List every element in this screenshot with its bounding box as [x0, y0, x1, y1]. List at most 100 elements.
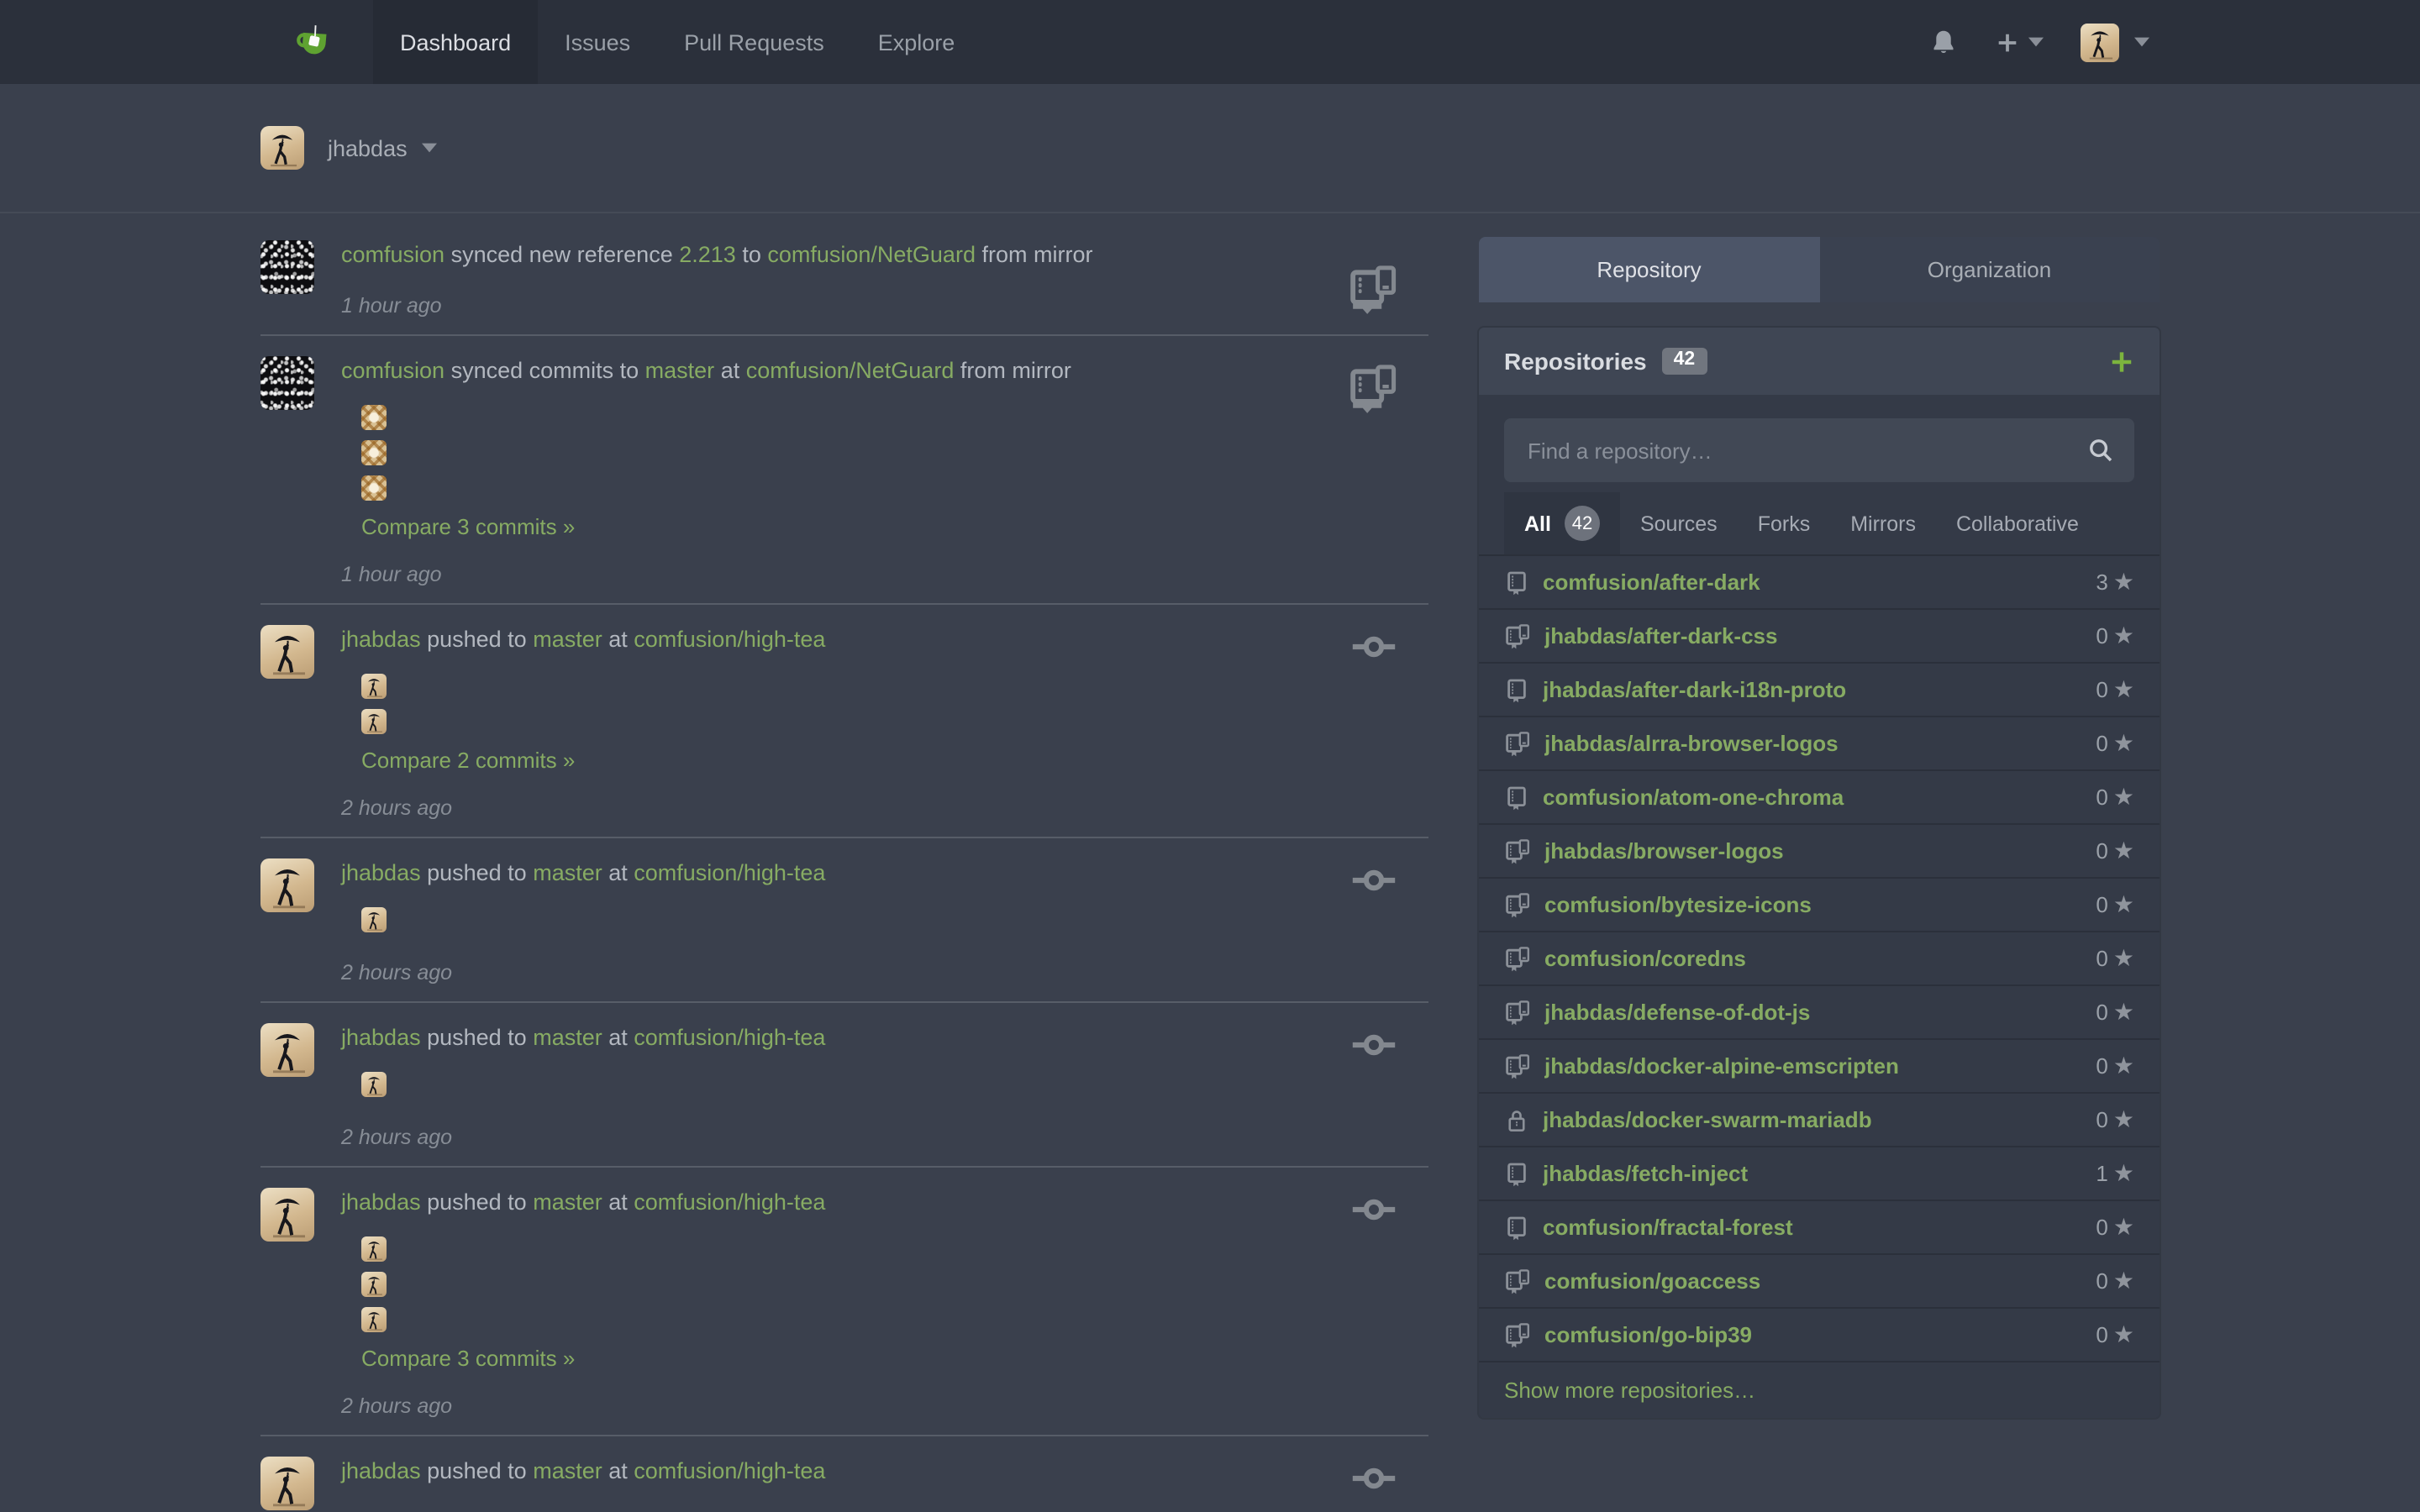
repo-link[interactable]: comfusion/go-bip39: [1544, 1322, 2096, 1347]
repo-clone-icon: [1504, 622, 1531, 649]
gitea-logo[interactable]: [291, 0, 333, 84]
feed-link[interactable]: master: [533, 860, 602, 885]
compare-commits-link[interactable]: Compare 3 commits »: [361, 514, 575, 539]
nav-item[interactable]: Issues: [538, 0, 657, 84]
commit-author-avatar: [361, 709, 387, 734]
feed-link[interactable]: master: [533, 1458, 602, 1483]
notifications-button[interactable]: [1919, 28, 1968, 56]
panel-tab[interactable]: Organization: [1819, 237, 2160, 302]
feed-link[interactable]: master: [533, 627, 602, 652]
feed-link[interactable]: comfusion/high-tea: [634, 1189, 825, 1215]
repo-star-count: 0★: [2096, 998, 2134, 1026]
compare-commits-link[interactable]: Compare 2 commits »: [361, 748, 575, 773]
feed-link[interactable]: comfusion/high-tea: [634, 860, 825, 885]
feed-link[interactable]: comfusion/high-tea: [634, 1025, 825, 1050]
umbrella-person-figure: [260, 1188, 314, 1242]
repo-link[interactable]: jhabdas/browser-logos: [1544, 838, 2096, 864]
repo-filter[interactable]: All 42: [1504, 492, 1620, 554]
feed-link[interactable]: jhabdas: [341, 860, 421, 885]
panel-tab[interactable]: Repository: [1479, 237, 1819, 302]
repo-search-input[interactable]: [1524, 436, 2087, 465]
repo-star-count: 0★: [2096, 1213, 2134, 1242]
commit-list: [361, 669, 1328, 739]
repo-filter[interactable]: Forks: [1738, 492, 1831, 554]
actor-avatar[interactable]: [260, 625, 314, 679]
feed-item: jhabdas pushed to master at comfusion/hi…: [260, 1168, 1428, 1436]
repo-link[interactable]: jhabdas/defense-of-dot-js: [1544, 1000, 2096, 1025]
repo-filter[interactable]: Sources: [1620, 492, 1738, 554]
star-icon: ★: [2113, 1320, 2134, 1349]
repo-link[interactable]: jhabdas/docker-alpine-emscripten: [1544, 1053, 2096, 1079]
feed-link[interactable]: master: [533, 1025, 602, 1050]
feed-link[interactable]: comfusion/high-tea: [634, 627, 825, 652]
actor-avatar[interactable]: [260, 356, 314, 410]
repo-list-item: comfusion/after-dark 3★: [1479, 556, 2160, 610]
actor-avatar[interactable]: [260, 1023, 314, 1077]
nav-item[interactable]: Dashboard: [373, 0, 538, 84]
repo-link[interactable]: comfusion/fractal-forest: [1543, 1215, 2096, 1240]
commit-author-avatar: [361, 405, 387, 430]
feed-link[interactable]: jhabdas: [341, 1458, 421, 1483]
nav-item[interactable]: Pull Requests: [657, 0, 851, 84]
repo-link[interactable]: jhabdas/after-dark-i18n-proto: [1543, 677, 2096, 702]
repo-link[interactable]: jhabdas/fetch-inject: [1543, 1161, 2096, 1186]
feed-link[interactable]: jhabdas: [341, 1025, 421, 1050]
commit-author-avatar: [361, 1236, 387, 1262]
repo-filters: All 42 Sources Forks Mirrors Collaborati…: [1479, 492, 2160, 556]
nav-item[interactable]: Explore: [851, 0, 982, 84]
star-icon: ★: [2113, 1105, 2134, 1134]
umbrella-person-figure: [260, 858, 314, 912]
repo-link[interactable]: jhabdas/after-dark-css: [1544, 623, 2096, 648]
commit-row: [361, 1067, 1328, 1102]
repo-list: comfusion/after-dark 3★ jhabdas/after-da…: [1479, 556, 2160, 1362]
feed-link[interactable]: comfusion/NetGuard: [746, 358, 955, 383]
feed-link[interactable]: master: [645, 358, 715, 383]
user-menu[interactable]: [2070, 23, 2160, 61]
umbrella-person-figure: [361, 709, 387, 734]
compare-commits-link[interactable]: Compare 3 commits »: [361, 1346, 575, 1371]
feed-link[interactable]: jhabdas: [341, 627, 421, 652]
feed-link[interactable]: jhabdas: [341, 1189, 421, 1215]
repo-link[interactable]: comfusion/atom-one-chroma: [1543, 785, 2096, 810]
repo-search-box: [1504, 418, 2134, 482]
star-icon: ★: [2113, 568, 2134, 596]
star-icon: ★: [2113, 1213, 2134, 1242]
umbrella-person-figure: [361, 1236, 387, 1262]
create-new-button[interactable]: [1985, 29, 2054, 55]
repo-icon: [1504, 784, 1529, 811]
search-icon[interactable]: [2087, 437, 2114, 464]
repo-filter[interactable]: Mirrors: [1830, 492, 1936, 554]
feed-link[interactable]: master: [533, 1189, 602, 1215]
commit-list: [361, 400, 1328, 506]
repo-link[interactable]: comfusion/coredns: [1544, 946, 2096, 971]
repo-link[interactable]: comfusion/bytesize-icons: [1544, 892, 2096, 917]
feed-title: comfusion synced commits to master at co…: [341, 356, 1328, 386]
repo-clone-icon: [1504, 945, 1531, 972]
feed-link[interactable]: comfusion/high-tea: [634, 1458, 825, 1483]
show-more-repositories-link[interactable]: Show more repositories…: [1479, 1362, 2160, 1418]
repositories-header: Repositories 42: [1479, 328, 2160, 395]
add-repository-button[interactable]: [2109, 349, 2134, 374]
feed-item: jhabdas pushed to master at comfusion/hi…: [260, 838, 1428, 1003]
umbrella-person-figure: [2081, 23, 2119, 61]
actor-avatar[interactable]: [260, 240, 314, 294]
feed-item: jhabdas pushed to master at comfusion/hi…: [260, 1436, 1428, 1512]
repo-list-item: jhabdas/after-dark-css 0★: [1479, 610, 2160, 664]
repo-link[interactable]: jhabdas/alrra-browser-logos: [1544, 731, 2096, 756]
actor-avatar[interactable]: [260, 1457, 314, 1510]
feed-link[interactable]: 2.213: [679, 242, 736, 267]
repo-link[interactable]: comfusion/goaccess: [1544, 1268, 2096, 1294]
repo-link[interactable]: jhabdas/docker-swarm-mariadb: [1543, 1107, 2096, 1132]
git-commit-icon: [1349, 865, 1398, 895]
feed-link[interactable]: comfusion: [341, 358, 445, 383]
actor-avatar[interactable]: [260, 858, 314, 912]
actor-avatar[interactable]: [260, 1188, 314, 1242]
repo-star-count: 3★: [2096, 568, 2134, 596]
repo-filter[interactable]: Collaborative: [1936, 492, 2099, 554]
context-switcher[interactable]: jhabdas: [260, 126, 438, 170]
feed-link[interactable]: comfusion: [341, 242, 445, 267]
activity-feed: comfusion synced new reference 2.213 to …: [260, 237, 1428, 1512]
feed-item: comfusion synced new reference 2.213 to …: [260, 237, 1428, 336]
feed-link[interactable]: comfusion/NetGuard: [767, 242, 976, 267]
repo-link[interactable]: comfusion/after-dark: [1543, 570, 2096, 595]
